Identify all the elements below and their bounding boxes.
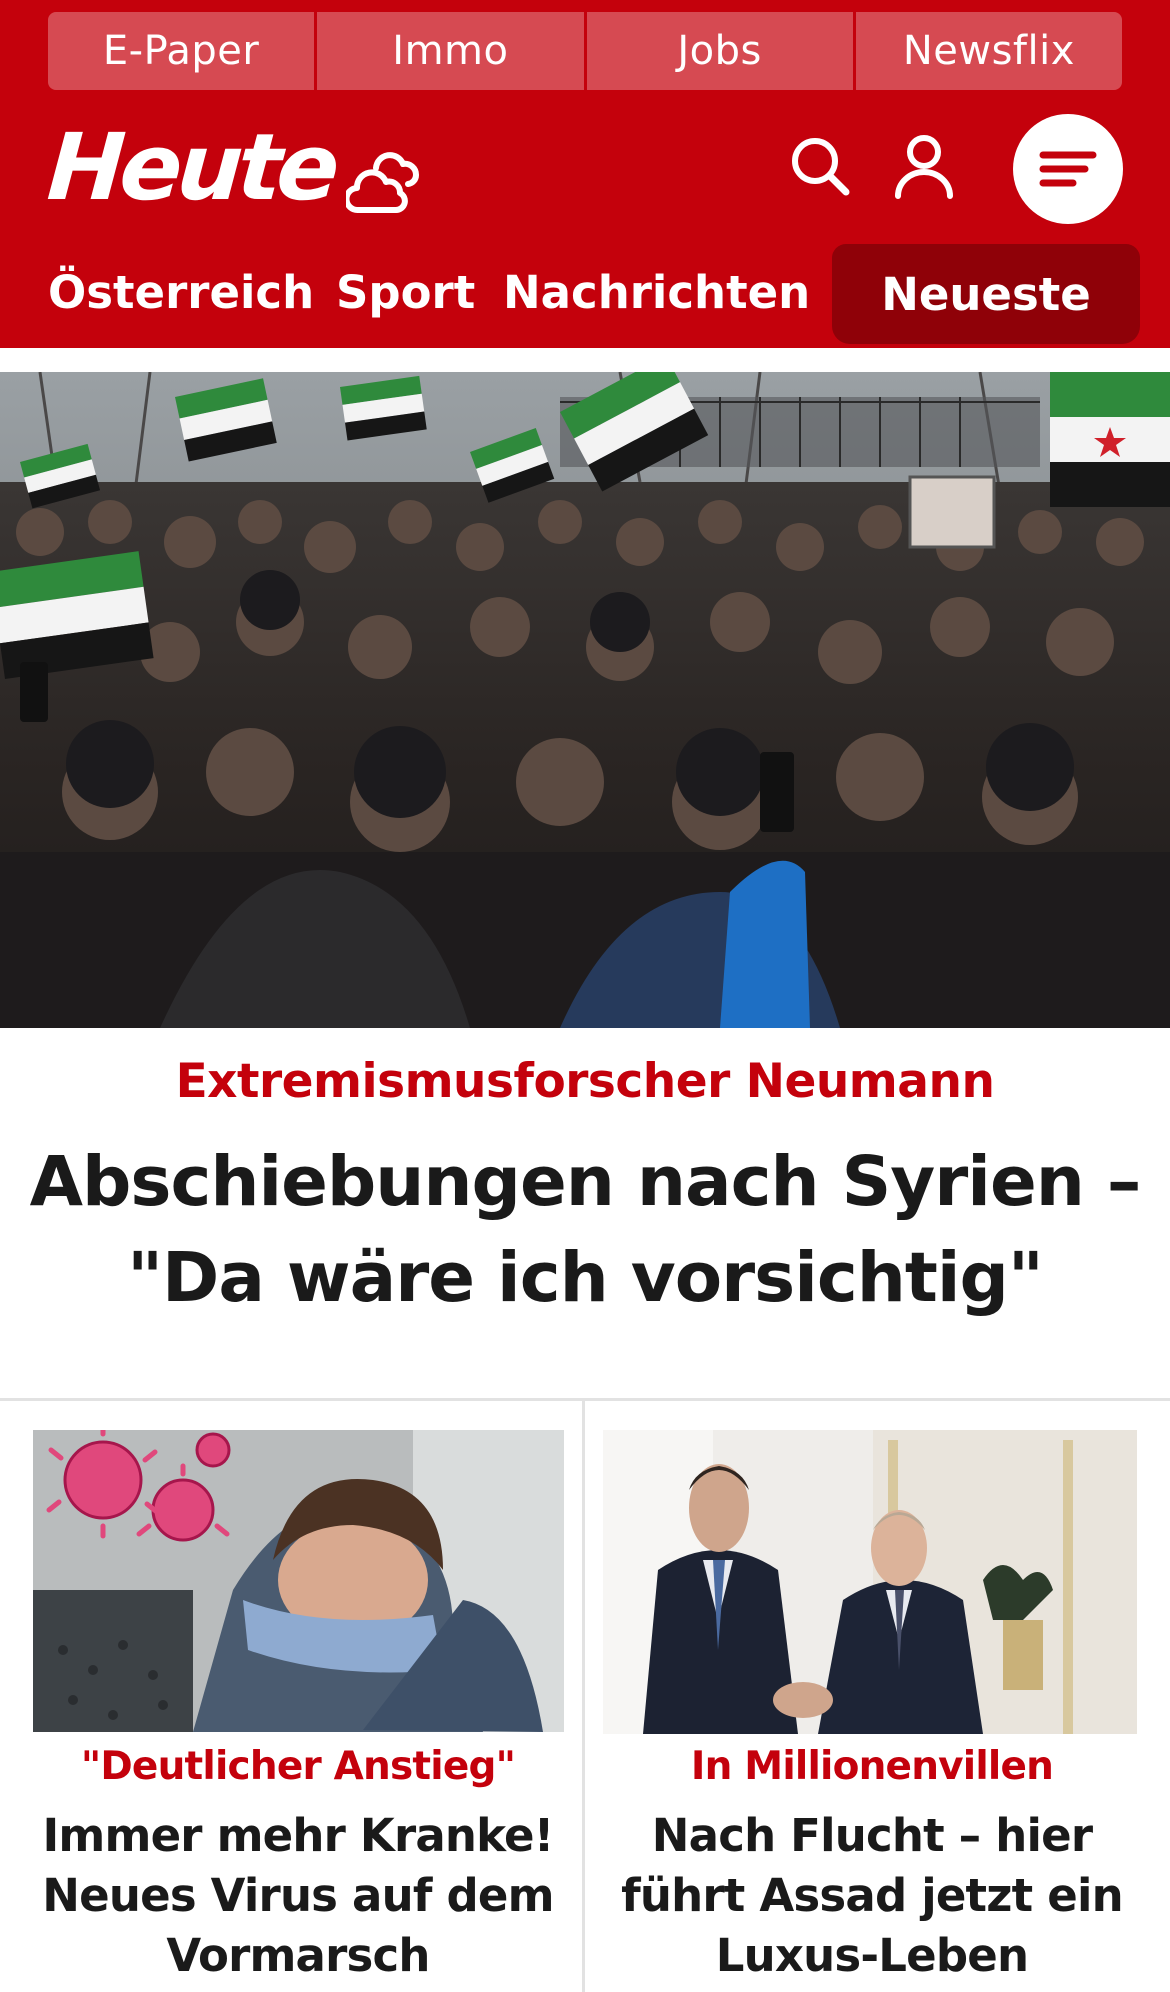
user-icon [895, 135, 953, 199]
nav-item-nachrichten[interactable]: Nachrichten [503, 266, 810, 319]
nav-item-sport[interactable]: Sport [336, 266, 475, 319]
teaser-headline-virus[interactable]: Immer mehr Kranke! Neues Virus auf dem V… [20, 1806, 576, 1986]
teaser-kicker-assad: In Millionenvillen [690, 1744, 1054, 1789]
teaser-image-assad[interactable] [603, 1430, 1137, 1734]
menu-icon [1039, 151, 1097, 187]
heute-logo[interactable]: Heute [44, 114, 338, 221]
hero-headline[interactable]: Abschiebungen nach Syrien – "Da wäre ich… [10, 1134, 1160, 1326]
service-link-newsflix[interactable]: Newsflix [852, 12, 1122, 90]
search-icon [792, 138, 850, 196]
site-header: E-Paper Immo Jobs Newsflix Heute Österre… [0, 0, 1170, 348]
account-button[interactable] [888, 126, 960, 206]
search-button[interactable] [784, 126, 856, 206]
brand-row: Heute [0, 100, 1170, 240]
teaser-kicker-virus: "Deutlicher Anstieg" [80, 1744, 516, 1789]
hero-kicker: Extremismusforscher Neumann [175, 1054, 995, 1109]
hero-article-image[interactable] [0, 372, 1170, 1028]
service-link-jobs[interactable]: Jobs [583, 12, 853, 90]
service-bar: E-Paper Immo Jobs Newsflix [48, 12, 1122, 90]
nav-item-neueste[interactable]: Neueste [832, 244, 1140, 344]
teaser-headline-assad[interactable]: Nach Flucht – hier führt Assad jetzt ein… [596, 1806, 1148, 1986]
nav-item-oesterreich[interactable]: Österreich [48, 266, 314, 319]
menu-button[interactable] [1013, 114, 1123, 224]
service-link-epaper[interactable]: E-Paper [48, 12, 315, 90]
section-divider [0, 1398, 1170, 1401]
column-divider [582, 1400, 585, 1992]
teaser-image-virus[interactable] [33, 1430, 564, 1732]
service-link-immo[interactable]: Immo [314, 12, 584, 90]
weather-cloud-icon[interactable] [346, 148, 422, 216]
main-nav: Österreich Sport Nachrichten Neueste [0, 244, 1170, 348]
